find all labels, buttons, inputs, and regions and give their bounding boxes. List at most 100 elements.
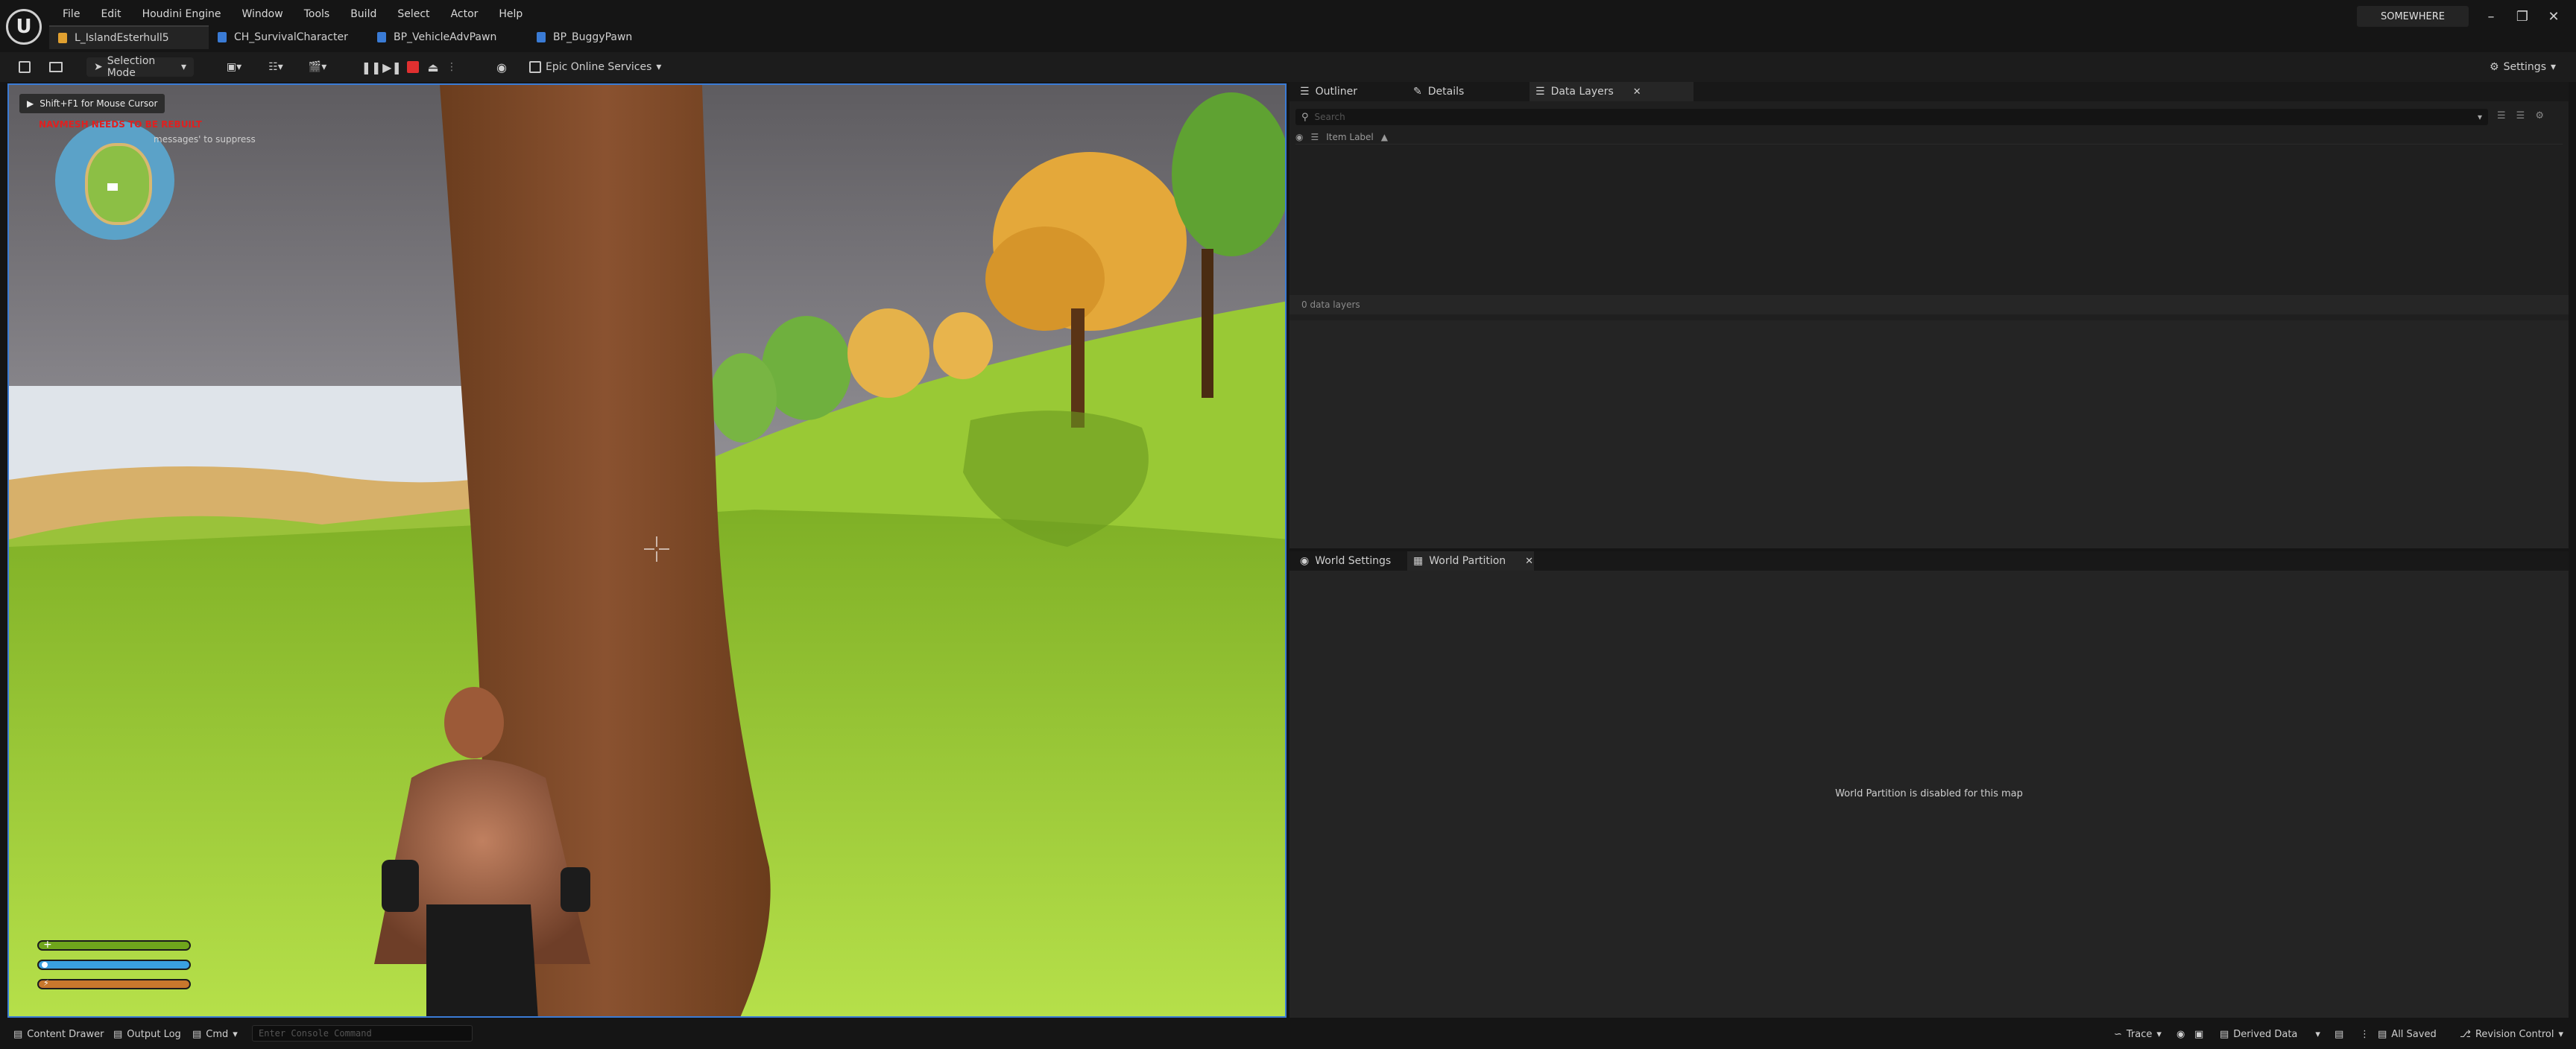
level-viewport[interactable]: ▶ Shift+F1 for Mouse Cursor NAVMESH NEED… [7, 83, 1287, 1018]
menu-tools[interactable]: Tools [294, 4, 341, 24]
restore-icon[interactable]: ❐ [2507, 4, 2537, 28]
tab-outliner[interactable]: ☰ Outliner [1294, 82, 1406, 101]
chevron-down-icon: ▾ [2156, 1028, 2162, 1040]
sort-icon[interactable]: ☰ [2516, 110, 2525, 121]
column-item-label[interactable]: Item Label [1326, 132, 1374, 142]
content-browser-icon[interactable] [46, 57, 66, 77]
doc-tab-buggy[interactable]: BP_BuggyPawn [528, 25, 687, 49]
more-options-icon[interactable]: ⋮ [2360, 1019, 2370, 1049]
panel-tabs: ☰ Outliner ✎ Details ☰ Data Layers ✕ [1289, 82, 2569, 101]
console-command-input[interactable]: Enter Console Command [252, 1025, 473, 1042]
screenshot-icon[interactable]: ▣ [2194, 1019, 2203, 1049]
output-log-label: Output Log [127, 1028, 181, 1040]
gear-icon[interactable]: ⚙ [2535, 110, 2544, 121]
unreal-logo-icon[interactable]: U [6, 9, 42, 45]
selection-mode-dropdown[interactable]: ➤ Selection Mode ▾ [86, 55, 194, 79]
blueprint-icon [537, 32, 546, 42]
eject-icon[interactable]: ⏏ [425, 57, 441, 77]
settings-button[interactable]: ⚙ Settings ▾ [2490, 57, 2556, 77]
layer-count: 0 data layers [1289, 295, 2569, 314]
document-tabs: L_IslandEsterhull5 CH_SurvivalCharacter … [49, 25, 687, 49]
tab-label: Outliner [1315, 86, 1357, 98]
epic-online-services-dropdown[interactable]: Epic Online Services ▾ [529, 57, 661, 77]
menu-bar: File Edit Houdini Engine Window Tools Bu… [52, 4, 533, 24]
tab-label: World Settings [1315, 555, 1392, 567]
bolt-icon: ⚡ [43, 978, 49, 988]
menu-window[interactable]: Window [232, 4, 294, 24]
save-icon: ▤ [2378, 1028, 2387, 1040]
tab-data-layers[interactable]: ☰ Data Layers ✕ [1530, 82, 1693, 101]
eos-label: Epic Online Services [546, 61, 652, 73]
doc-tab-vehicle[interactable]: BP_VehicleAdvPawn [368, 25, 528, 49]
column-header: ◉ ☰ Item Label ▲ [1295, 130, 2563, 145]
chevron-down-icon: ▾ [2558, 1028, 2563, 1040]
derived-data-dropdown[interactable]: ▤ Derived Data ▾ [2220, 1019, 2320, 1049]
menu-file[interactable]: File [52, 4, 90, 24]
all-saved-button[interactable]: ▤ All Saved [2378, 1019, 2437, 1049]
search-input[interactable]: Search [1315, 112, 1345, 122]
menu-actor[interactable]: Actor [441, 4, 489, 24]
menu-build[interactable]: Build [340, 4, 387, 24]
tab-label: Details [1427, 86, 1465, 98]
output-log-button[interactable]: ▤ Output Log [113, 1019, 181, 1049]
save-icon[interactable] [15, 57, 34, 77]
pause-icon[interactable]: ❚❚ [362, 57, 382, 77]
doc-tab-character[interactable]: CH_SurvivalCharacter [209, 25, 368, 49]
game-scene [9, 85, 1285, 1016]
revision-control-dropdown[interactable]: ⎇ Revision Control ▾ [2460, 1019, 2563, 1049]
chevron-down-icon: ▾ [2315, 1028, 2320, 1040]
play-icon: ▶ [27, 98, 34, 109]
chevron-down-icon[interactable]: ▾ [2478, 112, 2482, 122]
possess-icon[interactable]: ◉ [492, 57, 511, 77]
skip-frame-icon[interactable]: ▶❚ [382, 57, 402, 77]
content-drawer-button[interactable]: ▤ Content Drawer [13, 1019, 104, 1049]
blueprint-menu-icon[interactable]: ☷▾ [261, 57, 291, 77]
tab-details[interactable]: ✎ Details [1407, 82, 1527, 101]
trace-icon: ∽ [2114, 1028, 2122, 1040]
menu-select[interactable]: Select [387, 4, 440, 24]
record-icon[interactable]: ◉ [2176, 1019, 2185, 1049]
search-bar[interactable]: ⚲ Search ▾ [1295, 109, 2488, 125]
minimize-icon[interactable]: – [2476, 4, 2506, 28]
add-actor-icon[interactable]: ▣▾ [219, 57, 249, 77]
stop-icon[interactable] [405, 57, 420, 77]
suppress-note: messages' to suppress [154, 134, 256, 145]
plus-icon: + [43, 939, 52, 951]
menu-help[interactable]: Help [488, 4, 533, 24]
cinematics-icon[interactable]: 🎬▾ [301, 57, 334, 77]
filter-icon[interactable]: ☰ [2497, 110, 2506, 121]
hint-label: Shift+F1 for Mouse Cursor [40, 98, 158, 109]
layers-icon: ☰ [1535, 86, 1545, 98]
branch-icon: ⎇ [2460, 1028, 2471, 1040]
menu-houdini-engine[interactable]: Houdini Engine [132, 4, 232, 24]
mana-bar [37, 960, 191, 970]
close-icon[interactable]: ✕ [1525, 556, 1533, 567]
project-name: SOMEWHERE [2357, 6, 2469, 27]
cursor-icon: ➤ [94, 61, 103, 73]
tab-label: Data Layers [1550, 86, 1614, 98]
stamina-bar: ⚡ [37, 978, 191, 989]
tab-world-settings[interactable]: ◉ World Settings [1294, 551, 1406, 571]
cmd-dropdown[interactable]: ▤ Cmd ▾ [192, 1019, 238, 1049]
stats-icon[interactable]: ▤ [2334, 1019, 2343, 1049]
empty-area [1289, 320, 2569, 548]
derived-data-label: Derived Data [2233, 1028, 2298, 1040]
menu-edit[interactable]: Edit [90, 4, 131, 24]
drawer-icon: ▤ [13, 1028, 23, 1040]
trace-dropdown[interactable]: ∽ Trace ▾ [2114, 1019, 2162, 1049]
doc-tab-level[interactable]: L_IslandEsterhull5 [49, 25, 209, 49]
tab-label: World Partition [1429, 555, 1506, 567]
close-icon[interactable]: ✕ [1633, 86, 1641, 98]
blueprint-icon [218, 32, 227, 42]
log-icon: ▤ [113, 1028, 123, 1040]
chevron-down-icon: ▾ [180, 61, 186, 73]
close-icon[interactable]: ✕ [2539, 4, 2569, 28]
visibility-icon[interactable]: ◉ [1295, 132, 1303, 142]
globe-icon: ◉ [1300, 555, 1310, 567]
more-options-icon[interactable]: ⋮ [446, 57, 458, 77]
all-saved-label: All Saved [2391, 1028, 2437, 1040]
layer-icon: ☰ [1310, 131, 1319, 142]
gear-icon: ⚙ [2490, 61, 2499, 73]
tab-world-partition[interactable]: ▦ World Partition ✕ [1407, 551, 1534, 571]
pencil-icon: ✎ [1413, 86, 1422, 98]
